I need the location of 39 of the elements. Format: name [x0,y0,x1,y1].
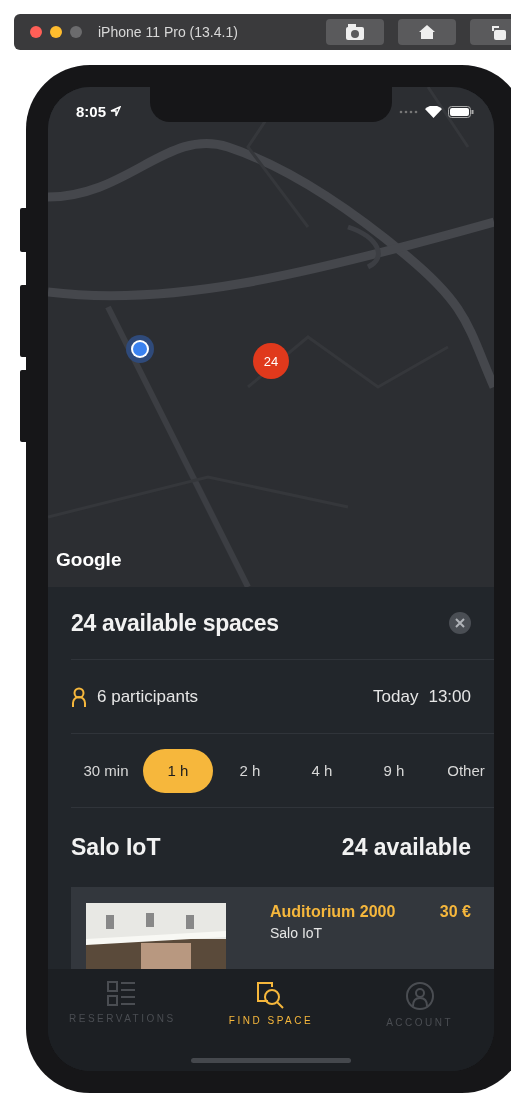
screenshot-button[interactable] [326,19,384,45]
close-button[interactable] [449,612,471,634]
space-card[interactable]: Auditorium 2000 30 € Salo IoT [71,887,494,969]
close-icon[interactable] [30,26,42,38]
camera-icon [345,23,365,41]
map-attribution: Google [56,549,122,571]
search-icon [256,981,286,1009]
duration-chip[interactable]: 2 h [215,748,285,793]
wifi-icon [425,105,442,118]
participants-count[interactable]: 6 participants [97,686,199,707]
space-location: Salo IoT [270,925,324,941]
duration-chip[interactable]: 9 h [359,748,429,793]
person-icon [71,686,87,707]
available-count: 24 available [341,834,471,861]
duration-chip[interactable]: 30 min [71,748,141,793]
rotate-button[interactable] [470,19,511,45]
close-icon [455,618,465,628]
duration-chip[interactable]: Other [431,748,494,793]
duration-chip[interactable]: 1 h [143,748,213,793]
tab-item[interactable]: FIND SPACE [196,969,346,1071]
list-icon [107,981,138,1007]
home-button[interactable] [398,19,456,45]
minimize-icon[interactable] [50,26,62,38]
group-name: Salo IoT [71,834,162,861]
window-title: iPhone 11 Pro (13.4.1) [98,24,239,40]
space-name: Auditorium 2000 [270,903,397,921]
location-dot-icon [126,335,154,363]
sheet-title: 24 available spaces [71,609,280,637]
date-text[interactable]: Today [373,686,419,707]
location-icon [110,106,122,117]
signal-icon [399,109,419,114]
account-icon [404,981,435,1011]
space-price: 30 € [439,903,471,921]
time-text[interactable]: 13:00 [428,686,471,707]
rotate-icon [491,23,507,41]
battery-icon [448,105,474,118]
duration-chip[interactable]: 4 h [287,748,357,793]
status-time: 8:05 [76,103,107,120]
home-icon [418,24,436,40]
